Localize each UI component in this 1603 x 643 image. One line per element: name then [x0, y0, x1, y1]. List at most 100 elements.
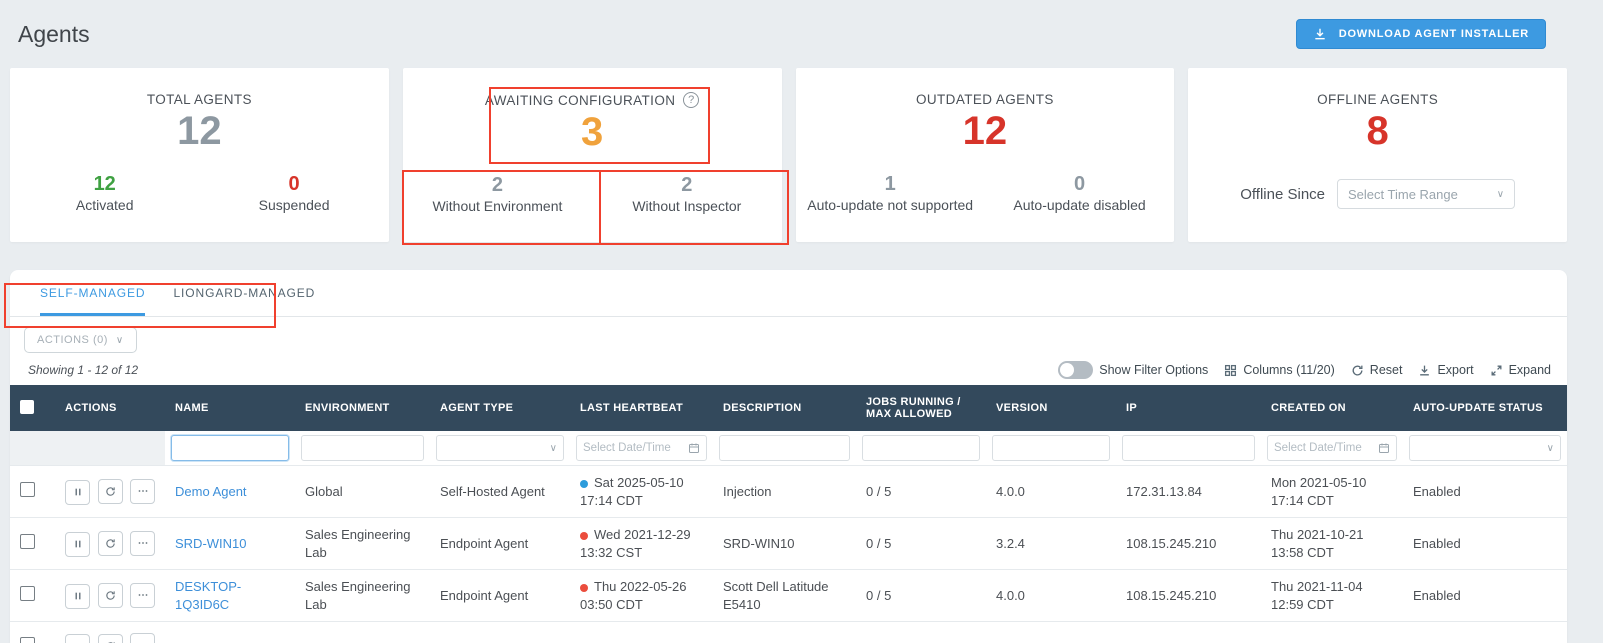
- suspended-stat: 0 Suspended: [258, 173, 330, 213]
- auto-update-status-cell: Enabled: [1403, 517, 1567, 571]
- restart-agent-button[interactable]: [97, 583, 123, 609]
- created-on-cell: [1261, 621, 1403, 643]
- column-header-version[interactable]: VERSION: [986, 385, 1116, 431]
- restart-agent-button[interactable]: [97, 479, 123, 505]
- ip-cell: [1116, 621, 1261, 643]
- more-actions-button[interactable]: [130, 530, 156, 556]
- column-header-ip[interactable]: IP: [1116, 385, 1261, 431]
- tab-liongard-managed[interactable]: LIONGARD-MANAGED: [173, 286, 315, 316]
- pause-agent-button[interactable]: [65, 479, 90, 505]
- reset-button[interactable]: Reset: [1351, 363, 1402, 377]
- description-cell: [713, 621, 856, 643]
- table-row: Demo Agent Global Self-Hosted Agent Sat …: [10, 465, 1567, 519]
- more-actions-button[interactable]: [130, 582, 156, 608]
- page-title: Agents: [18, 20, 90, 47]
- auto-update-status-filter-select[interactable]: ∨: [1409, 435, 1561, 461]
- chevron-down-icon: ∨: [549, 442, 557, 454]
- jobs-cell: 0 / 5: [856, 517, 986, 571]
- ip-cell: 108.15.245.210: [1116, 517, 1261, 571]
- column-header-environment[interactable]: ENVIRONMENT: [295, 385, 430, 431]
- column-header-jobs[interactable]: JOBS RUNNING / MAX ALLOWED: [856, 385, 986, 431]
- ip-filter-input[interactable]: [1122, 435, 1255, 461]
- version-cell: 3.2.4: [986, 517, 1116, 571]
- last-heartbeat-cell: [570, 621, 713, 643]
- download-icon: [1418, 364, 1431, 377]
- column-header-last-heartbeat[interactable]: LAST HEARTBEAT: [570, 385, 713, 431]
- last-heartbeat-filter-date[interactable]: Select Date/Time: [576, 435, 707, 461]
- without-environment-stat[interactable]: 2 Without Environment: [403, 174, 592, 214]
- agent-type-filter-select[interactable]: ∨: [436, 435, 564, 461]
- row-checkbox[interactable]: [20, 533, 35, 549]
- restart-agent-button[interactable]: [97, 531, 123, 557]
- more-actions-button[interactable]: [130, 478, 156, 504]
- expand-icon: [1490, 364, 1503, 377]
- restart-agent-button[interactable]: [97, 633, 123, 643]
- environment-filter-input[interactable]: [301, 435, 424, 461]
- pause-agent-button[interactable]: [65, 583, 90, 609]
- columns-button[interactable]: Columns (11/20): [1224, 363, 1335, 377]
- row-checkbox[interactable]: [20, 585, 35, 601]
- description-cell: SRD-WIN10: [713, 517, 856, 571]
- created-on-cell: Mon 2021-05-10 17:14 CDT: [1261, 465, 1403, 519]
- help-icon[interactable]: ?: [683, 92, 700, 108]
- agent-name-link[interactable]: DESKTOP-1Q3ID6C: [175, 579, 241, 612]
- select-all-checkbox[interactable]: [20, 399, 34, 414]
- column-header-name[interactable]: NAME: [165, 385, 295, 431]
- offline-agents-value: 8: [1366, 109, 1389, 153]
- created-on-cell: Thu 2021-10-21 13:58 CDT: [1261, 517, 1403, 571]
- offline-agents-card: OFFLINE AGENTS 8 Offline Since Select Ti…: [1188, 68, 1567, 242]
- heartbeat-status-dot: [580, 583, 588, 592]
- table-body: Demo Agent Global Self-Hosted Agent Sat …: [10, 465, 1567, 643]
- export-button[interactable]: Export: [1418, 363, 1474, 377]
- tab-self-managed[interactable]: SELF-MANAGED: [40, 286, 146, 316]
- expand-button[interactable]: Expand: [1490, 363, 1551, 377]
- stats-cards: TOTAL AGENTS 12 12 Activated 0 Suspended…: [10, 68, 1567, 242]
- show-filter-options-toggle-group: Show Filter Options: [1058, 361, 1208, 379]
- created-on-filter-date[interactable]: Select Date/Time: [1267, 435, 1397, 461]
- version-cell: 4.0.0: [986, 465, 1116, 519]
- agent-name-link[interactable]: SRD-WIN10: [175, 536, 247, 551]
- agent-type-cell: Self-Hosted Agent: [430, 465, 570, 519]
- name-filter-input[interactable]: [171, 435, 289, 461]
- row-checkbox[interactable]: [20, 636, 35, 643]
- top-bar: Agents DOWNLOAD AGENT INSTALLER: [0, 0, 1603, 68]
- download-agent-installer-button[interactable]: DOWNLOAD AGENT INSTALLER: [1295, 19, 1546, 49]
- column-header-actions[interactable]: ACTIONS: [55, 385, 165, 431]
- refresh-icon: [1351, 364, 1364, 377]
- environment-cell: [295, 621, 430, 643]
- agent-name-link[interactable]: Demo Agent: [175, 484, 247, 499]
- jobs-filter-input[interactable]: [862, 435, 980, 461]
- chevron-down-icon: ∨: [1546, 442, 1554, 454]
- agent-type-cell: Endpoint Agent: [430, 569, 570, 623]
- column-header-agent-type[interactable]: AGENT TYPE: [430, 385, 570, 431]
- jobs-cell: [856, 621, 986, 643]
- column-header-description[interactable]: DESCRIPTION: [713, 385, 856, 431]
- heartbeat-status-dot: [580, 531, 588, 540]
- heartbeat-status-dot: [580, 479, 588, 488]
- filter-row: ∨ Select Date/Time Select Date/Time ∨: [10, 431, 1567, 466]
- auto-update-disabled-stat: 0 Auto-update disabled: [1013, 173, 1146, 213]
- description-filter-input[interactable]: [719, 435, 850, 461]
- total-agents-value: 12: [177, 109, 222, 153]
- column-header-auto-update-status[interactable]: AUTO-UPDATE STATUS: [1403, 385, 1567, 431]
- offline-since-select[interactable]: Select Time Range ∨: [1337, 179, 1516, 209]
- calendar-icon: [1378, 442, 1390, 454]
- show-filter-options-toggle[interactable]: [1058, 361, 1094, 379]
- activated-stat: 12 Activated: [75, 173, 134, 213]
- download-icon: [1313, 27, 1327, 41]
- version-filter-input[interactable]: [992, 435, 1110, 461]
- environment-cell: Sales Engineering Lab: [295, 517, 430, 571]
- column-header-created-on[interactable]: CREATED ON: [1261, 385, 1403, 431]
- more-actions-button[interactable]: [130, 633, 156, 643]
- version-cell: 4.0.0: [986, 569, 1116, 623]
- actions-dropdown-button[interactable]: ACTIONS (0) ∨: [24, 327, 137, 353]
- jobs-cell: 0 / 5: [856, 465, 986, 519]
- row-checkbox[interactable]: [20, 481, 35, 497]
- pause-agent-button[interactable]: [65, 531, 90, 557]
- outdated-agents-title: OUTDATED AGENTS: [915, 92, 1054, 107]
- agent-type-cell: Endpoint Agent: [430, 517, 570, 571]
- pause-agent-button[interactable]: [65, 634, 90, 643]
- offline-since-label: Offline Since: [1240, 185, 1326, 203]
- jobs-cell: 0 / 5: [856, 569, 986, 623]
- without-inspector-stat[interactable]: 2 Without Inspector: [592, 174, 781, 214]
